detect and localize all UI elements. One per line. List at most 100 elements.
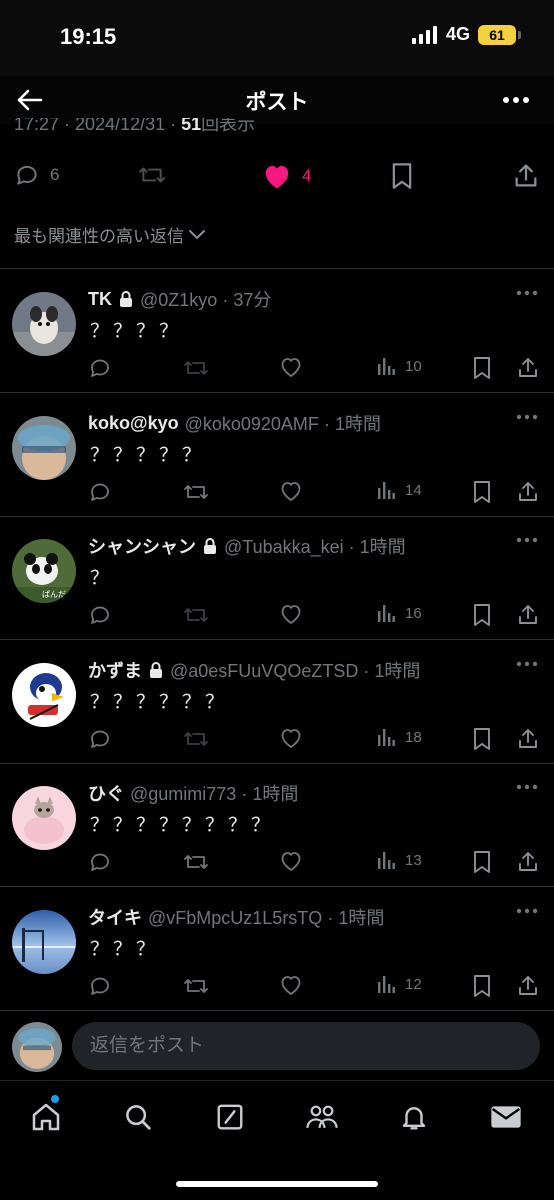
more-dots-icon (503, 97, 529, 103)
reply-author-name[interactable]: ひぐ (88, 780, 124, 806)
reply-views-button[interactable]: 18 (376, 727, 422, 747)
reply-author-name[interactable]: かずま (88, 657, 142, 683)
page-title: ポスト (245, 91, 309, 114)
reply-icon (91, 359, 109, 377)
reply-views-button[interactable]: 10 (376, 356, 422, 376)
bookmark-icon (474, 851, 490, 873)
reply-author-handle: @vFbMpcUz1L5rsTQ · 1時間 (148, 908, 385, 928)
post-bookmark-button[interactable] (390, 162, 414, 190)
reply-view-count: 18 (405, 728, 422, 746)
reply-more-button[interactable] (516, 661, 538, 667)
reply-views-button[interactable]: 12 (376, 974, 422, 994)
repost-icon (184, 979, 208, 993)
reply-item[interactable]: かずま @a0esFUuVQOeZTSD · 1時間 ？？？？？？ 18 (0, 641, 554, 765)
reply-bookmark-button[interactable] (472, 727, 492, 751)
more-options-button[interactable] (500, 84, 532, 116)
reply-time: 1時間 (338, 908, 385, 928)
my-avatar[interactable] (12, 1022, 62, 1072)
reply-handle: @koko0920AMF (184, 414, 319, 434)
reply-more-button[interactable] (516, 537, 538, 543)
reply-like-button[interactable] (279, 850, 303, 872)
tab-home[interactable] (26, 1095, 66, 1135)
reply-more-button[interactable] (516, 414, 538, 420)
repost-icon (139, 167, 165, 183)
reply-repost-button[interactable] (182, 850, 210, 874)
tab-notifications[interactable] (394, 1099, 434, 1135)
reply-repost-button[interactable] (182, 603, 210, 627)
reply-item[interactable]: ひぐ @gumimi773 · 1時間 ？？？？？？？？ 13 (0, 764, 554, 888)
post-like-button[interactable]: 4 (262, 162, 311, 190)
reply-repost-button[interactable] (182, 727, 210, 751)
reply-like-button[interactable] (279, 974, 303, 996)
communities-icon (306, 1105, 338, 1129)
reply-author-name[interactable]: TK (88, 289, 112, 310)
reply-more-button[interactable] (516, 784, 538, 790)
chevron-down-icon (189, 229, 205, 239)
post-meta: 17:27 · 2024/12/31 · 51回表示 (14, 118, 255, 132)
reply-item[interactable]: ぱんだ シャンシャン @Tubakka_kei · 1時間 ？ 16 (0, 517, 554, 641)
reply-share-button[interactable] (516, 850, 540, 874)
reply-reply-button[interactable] (88, 974, 112, 998)
divider (0, 268, 554, 269)
reply-like-button[interactable] (279, 480, 303, 502)
reply-views-button[interactable]: 14 (376, 480, 422, 500)
post-share-button[interactable] (512, 162, 540, 190)
reply-bookmark-button[interactable] (472, 480, 492, 504)
reply-avatar[interactable] (12, 910, 76, 974)
tab-communities[interactable] (302, 1099, 342, 1135)
reply-time: 37分 (233, 290, 272, 310)
reply-share-button[interactable] (516, 727, 540, 751)
bookmark-icon (474, 975, 490, 997)
post-reply-button[interactable]: 6 (14, 162, 59, 188)
reply-share-button[interactable] (516, 603, 540, 627)
reply-more-button[interactable] (516, 908, 538, 914)
reply-like-button[interactable] (279, 603, 303, 625)
reply-avatar[interactable]: ぱんだ (12, 539, 76, 603)
reply-icon (91, 483, 109, 501)
reply-action-bar: 10 (0, 356, 554, 386)
reply-reply-button[interactable] (88, 480, 112, 504)
reply-avatar[interactable] (12, 786, 76, 850)
reply-more-button[interactable] (516, 290, 538, 296)
reply-repost-button[interactable] (182, 480, 210, 504)
reply-author-name[interactable]: シャンシャン (88, 533, 196, 559)
reply-sort-dropdown[interactable]: 最も関連性の高い返信 (14, 222, 206, 247)
reply-share-button[interactable] (516, 356, 540, 380)
reply-bookmark-button[interactable] (472, 974, 492, 998)
reply-text: ？？？ (90, 939, 160, 960)
reply-bookmark-button[interactable] (472, 850, 492, 874)
reply-input[interactable] (72, 1022, 540, 1070)
tab-grok[interactable] (210, 1099, 250, 1135)
reply-author-name[interactable]: タイキ (88, 904, 142, 930)
reply-repost-button[interactable] (182, 974, 210, 998)
tab-messages[interactable] (486, 1099, 526, 1135)
reply-like-button[interactable] (279, 356, 303, 378)
reply-reply-button[interactable] (88, 356, 112, 380)
reply-icon (91, 730, 109, 748)
reply-bookmark-button[interactable] (472, 356, 492, 380)
reply-bookmark-button[interactable] (472, 603, 492, 627)
reply-reply-button[interactable] (88, 603, 112, 627)
reply-like-button[interactable] (279, 727, 303, 749)
status-indicators: 4G 61 (411, 24, 521, 45)
reply-sort-label: 最も関連性の高い返信 (14, 227, 184, 246)
reply-item[interactable]: TK @0Z1kyo · 37分 ？？？？ 10 (0, 270, 554, 394)
lock-icon (150, 662, 162, 678)
reply-share-button[interactable] (516, 480, 540, 504)
reply-share-button[interactable] (516, 974, 540, 998)
reply-reply-button[interactable] (88, 850, 112, 874)
reply-views-button[interactable]: 16 (376, 603, 422, 623)
post-repost-button[interactable] (136, 162, 168, 188)
views-chart-icon (378, 605, 395, 622)
reply-text: ？ (90, 568, 114, 589)
reply-author-name[interactable]: koko@kyo (88, 413, 179, 434)
reply-repost-button[interactable] (182, 356, 210, 380)
reply-reply-button[interactable] (88, 727, 112, 751)
reply-item[interactable]: koko@kyo @koko0920AMF · 1時間 ？？？？？ 14 (0, 394, 554, 518)
reply-views-button[interactable]: 13 (376, 850, 422, 870)
reply-avatar[interactable] (12, 416, 76, 480)
tab-search[interactable] (118, 1099, 158, 1135)
reply-item[interactable]: タイキ @vFbMpcUz1L5rsTQ · 1時間 ？？？ 12 (0, 888, 554, 1012)
reply-avatar[interactable] (12, 292, 76, 356)
reply-avatar[interactable] (12, 663, 76, 727)
